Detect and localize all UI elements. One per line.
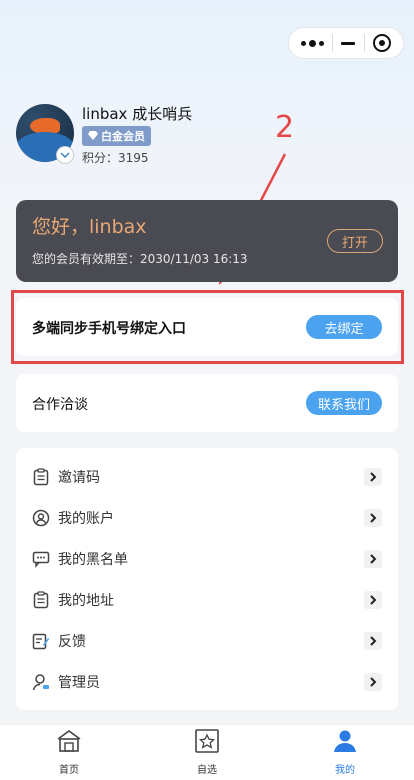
tab-label: 自选: [197, 765, 217, 776]
greeting-text: 您好，linbax: [32, 216, 147, 238]
menu-item-my-account[interactable]: 我的账户: [16, 497, 398, 538]
phone-bind-card: 多端同步手机号绑定入口 去绑定: [16, 298, 398, 356]
vip-card: 您好，linbax 您的会员有效期至：2030/11/03 16:13 打开: [16, 200, 398, 282]
tab-home[interactable]: 首页: [29, 729, 109, 776]
menu-item-my-address[interactable]: 我的地址: [16, 579, 398, 620]
chat-icon: [32, 550, 50, 568]
profile-header: linbax 成长哨兵 白金会员 积分：3195: [16, 104, 192, 166]
username: linbax 成长哨兵: [82, 105, 193, 123]
vip-level-badge: 白金会员: [82, 126, 151, 146]
bottom-tab-bar: 首页 自选 我的: [0, 724, 414, 780]
menu-item-blacklist[interactable]: 我的黑名单: [16, 538, 398, 579]
profile-info: linbax 成长哨兵 白金会员 积分：3195: [82, 104, 192, 166]
more-icon[interactable]: [301, 39, 325, 47]
star-icon: [194, 729, 220, 757]
miniprogram-capsule: [288, 27, 404, 59]
menu-item-invite-code[interactable]: 邀请码: [16, 456, 398, 497]
menu-item-label: 邀请码: [58, 469, 100, 486]
vip-expiry-text: 您的会员有效期至：2030/11/03 16:13: [32, 252, 248, 266]
chevron-right-icon: [364, 631, 382, 650]
tab-watchlist[interactable]: 自选: [167, 729, 247, 776]
edit-icon: [32, 632, 50, 650]
chevron-right-icon: [364, 672, 382, 691]
menu-item-label: 管理员: [58, 674, 100, 691]
open-button[interactable]: 打开: [327, 229, 383, 253]
chevron-right-icon: [364, 549, 382, 568]
points-text: 积分：3195: [82, 151, 149, 165]
clipboard-icon: [32, 467, 50, 486]
cooperation-card: 合作洽谈 联系我们: [16, 374, 398, 432]
diamond-icon: [88, 130, 98, 143]
admin-icon: [32, 673, 50, 691]
capsule-divider: [363, 34, 365, 52]
chevron-right-icon: [364, 590, 382, 609]
settings-menu: 邀请码 我的账户 我的黑名单 我的地址 反馈 管理员: [16, 448, 398, 710]
vip-level-label: 白金会员: [101, 130, 145, 143]
chevron-right-icon: [364, 467, 382, 486]
tab-mine[interactable]: 我的: [305, 729, 385, 776]
bind-button[interactable]: 去绑定: [306, 315, 382, 339]
capsule-divider: [332, 34, 334, 52]
cooperation-label: 合作洽谈: [32, 397, 88, 413]
phone-bind-label: 多端同步手机号绑定入口: [32, 321, 186, 337]
home-icon: [56, 729, 82, 757]
person-icon: [332, 729, 358, 757]
annotation-number: 2: [275, 110, 295, 145]
close-target-icon[interactable]: [372, 34, 391, 52]
menu-item-label: 我的账户: [58, 510, 114, 527]
clipboard-icon: [32, 590, 50, 609]
user-circle-icon: [32, 509, 50, 527]
menu-item-label: 我的黑名单: [58, 551, 128, 568]
minimize-icon[interactable]: [341, 41, 356, 45]
contact-us-button[interactable]: 联系我们: [306, 391, 382, 415]
menu-item-label: 反馈: [58, 633, 86, 650]
menu-item-feedback[interactable]: 反馈: [16, 620, 398, 661]
menu-item-label: 我的地址: [58, 592, 114, 609]
tab-label: 首页: [59, 765, 79, 776]
menu-item-admin[interactable]: 管理员: [16, 661, 398, 702]
chevron-down-icon[interactable]: [56, 146, 74, 164]
tab-label: 我的: [335, 765, 355, 776]
chevron-right-icon: [364, 508, 382, 527]
